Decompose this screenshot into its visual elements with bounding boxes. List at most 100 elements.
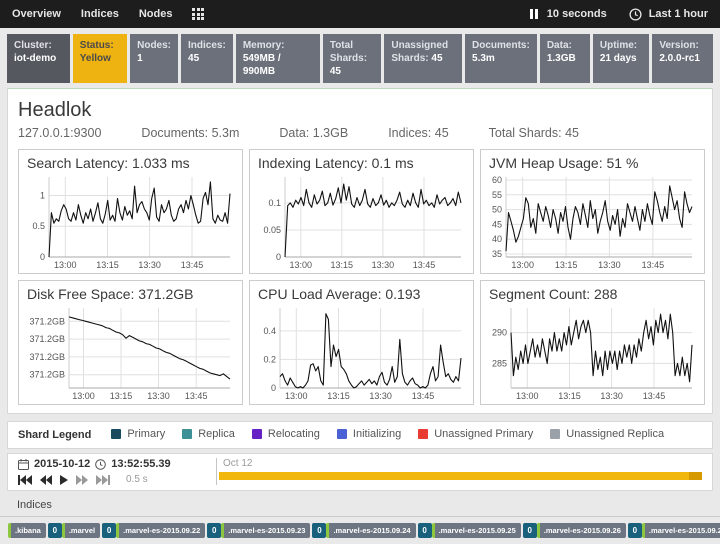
index-name: .marvel-es-2015.09.25 xyxy=(432,523,521,538)
nav-item-nodes[interactable]: Nodes xyxy=(139,8,173,20)
nav-item-overview[interactable]: Overview xyxy=(12,8,61,20)
cluster-stat-version: Version: 2.0.0-rc1 xyxy=(652,34,713,83)
index-name: .marvel-es-2015.09.24 xyxy=(326,523,415,538)
svg-text:371.2GB: 371.2GB xyxy=(29,334,65,344)
nav-right: 10 seconds Last 1 hour xyxy=(530,8,708,21)
cluster-stat-documents: Documents: 5.3m xyxy=(465,34,537,83)
timeline-track[interactable]: Oct 12 xyxy=(216,458,702,485)
stat-label: Indices: xyxy=(188,40,226,51)
cluster-stat-data: Data: 1.3GB xyxy=(540,34,590,83)
timeline-bar[interactable] xyxy=(219,471,702,481)
time-range-label[interactable]: Last 1 hour xyxy=(649,8,708,20)
rewind-icon[interactable] xyxy=(40,475,52,485)
index-name: .marvel-es-2015.09.22 xyxy=(116,523,205,538)
legend-item-relocating: Relocating xyxy=(252,428,320,440)
stat-label: Documents: xyxy=(472,40,530,51)
svg-text:13:00: 13:00 xyxy=(290,260,313,270)
clock-icon xyxy=(95,459,106,470)
legend-item-unassigned-replica: Unassigned Replica xyxy=(550,428,664,440)
svg-text:0.1: 0.1 xyxy=(268,198,281,208)
svg-text:0: 0 xyxy=(40,252,45,262)
svg-text:13:00: 13:00 xyxy=(54,260,77,270)
svg-text:13:45: 13:45 xyxy=(413,260,436,270)
skip-end-icon[interactable] xyxy=(96,475,110,485)
svg-text:13:30: 13:30 xyxy=(600,391,623,401)
legend-label: Replica xyxy=(198,428,235,440)
timeline-datetime: 2015-10-12 13:52:55.39 xyxy=(18,458,216,470)
stat-label: Uptime: xyxy=(600,40,637,51)
skip-start-icon[interactable] xyxy=(18,475,32,485)
svg-text:371.2GB: 371.2GB xyxy=(29,370,65,380)
index-badge[interactable]: .marvel-es-2015.09.230 xyxy=(221,523,326,538)
svg-text:371.2GB: 371.2GB xyxy=(29,352,65,362)
stat-label: Data: xyxy=(547,40,572,51)
legend-label: Initializing xyxy=(353,428,401,440)
legend-swatch xyxy=(550,429,560,439)
svg-text:13:00: 13:00 xyxy=(285,391,308,401)
play-icon[interactable] xyxy=(60,475,68,485)
chart-search-latency: Search Latency: 1.033 ms13:0013:1513:301… xyxy=(18,149,243,274)
legend-item-replica: Replica xyxy=(182,428,235,440)
cluster-stat-unassigned-shards: Unassigned Shards: 45 xyxy=(384,34,462,83)
stat-label: Status: xyxy=(80,40,114,51)
chart-indexing-latency: Indexing Latency: 0.1 ms13:0013:1513:301… xyxy=(249,149,474,274)
timeline-date[interactable]: 2015-10-12 xyxy=(34,458,90,470)
svg-text:13:15: 13:15 xyxy=(558,391,581,401)
index-badge[interactable]: .kibana0 xyxy=(8,523,62,538)
refresh-interval-label[interactable]: 10 seconds xyxy=(547,8,607,20)
stat-label: Total Shards: xyxy=(330,40,367,64)
fast-forward-icon[interactable] xyxy=(76,475,88,485)
stat-label: Version: xyxy=(659,40,698,51)
index-badge[interactable]: .marvel-es-2015.09.250 xyxy=(432,523,537,538)
svg-text:35: 35 xyxy=(492,249,502,259)
indices-section: Indices .kibana0.marvel0.marvel-es-2015.… xyxy=(0,495,720,544)
index-shard-count: 0 xyxy=(102,523,116,538)
stat-value: 1 xyxy=(137,53,143,64)
index-badge[interactable]: .marvel-es-2015.09.240 xyxy=(326,523,431,538)
legend-swatch xyxy=(111,429,121,439)
legend-label: Unassigned Replica xyxy=(566,428,664,440)
svg-text:13:00: 13:00 xyxy=(516,391,539,401)
clock-icon xyxy=(629,8,642,21)
svg-text:13:45: 13:45 xyxy=(185,391,208,401)
timeline-controls-block: 2015-10-12 13:52:55.39 xyxy=(18,458,216,485)
chart-title: Segment Count: 288 xyxy=(489,286,698,302)
stat-value: Yellow xyxy=(80,53,111,64)
nav-item-indices[interactable]: Indices xyxy=(81,8,119,20)
cluster-stat-status: Status: Yellow xyxy=(73,34,127,83)
cluster-stat-memory: Memory: 549MB / 990MB xyxy=(236,34,320,83)
node-detail-panel: Headlok 127.0.0.1:9300Documents: 5.3mDat… xyxy=(7,88,713,414)
index-badge[interactable]: .marvel-es-2015.09.220 xyxy=(116,523,221,538)
stat-label: Nodes: xyxy=(137,40,171,51)
playback-controls: 0.5 s xyxy=(18,474,216,485)
svg-text:0: 0 xyxy=(276,252,281,262)
legend-item-initializing: Initializing xyxy=(337,428,401,440)
index-badge[interactable]: .marvel-es-2015.09.260 xyxy=(537,523,642,538)
index-name: .marvel-es-2015.09.27 xyxy=(642,523,720,538)
svg-text:13:30: 13:30 xyxy=(598,260,621,270)
stat-value: 45 xyxy=(431,53,442,64)
legend-label: Relocating xyxy=(268,428,320,440)
cluster-stat-uptime: Uptime: 21 days xyxy=(593,34,649,83)
chart-plot: 13:0013:1513:3013:4500.51 xyxy=(25,171,236,271)
chart-title: CPU Load Average: 0.193 xyxy=(258,286,467,302)
svg-text:13:45: 13:45 xyxy=(643,391,666,401)
timeline-panel: 2015-10-12 13:52:55.39 xyxy=(7,453,713,491)
timeline-bar-fill xyxy=(219,472,702,480)
svg-text:13:45: 13:45 xyxy=(181,260,204,270)
pause-icon[interactable] xyxy=(530,9,538,19)
svg-text:290: 290 xyxy=(492,328,507,338)
svg-text:0.4: 0.4 xyxy=(263,326,276,336)
chart-plot: 13:0013:1513:3013:45371.2GB371.2GB371.2G… xyxy=(25,302,236,402)
svg-text:13:00: 13:00 xyxy=(72,391,95,401)
chart-plot: 13:0013:1513:3013:45285290 xyxy=(487,302,698,402)
node-stat: Indices: 45 xyxy=(388,126,448,140)
chart-segment-count: Segment Count: 28813:0013:1513:3013:4528… xyxy=(480,280,705,405)
chart-jvm-heap-usage: JVM Heap Usage: 51 %13:0013:1513:3013:45… xyxy=(480,149,705,274)
index-badge[interactable]: .marvel-es-2015.09.270 xyxy=(642,523,720,538)
apps-grid-icon[interactable] xyxy=(192,8,204,20)
svg-text:55: 55 xyxy=(492,190,502,200)
svg-text:0.2: 0.2 xyxy=(263,354,276,364)
index-badge[interactable]: .marvel0 xyxy=(62,523,116,538)
timeline-time[interactable]: 13:52:55.39 xyxy=(111,458,170,470)
